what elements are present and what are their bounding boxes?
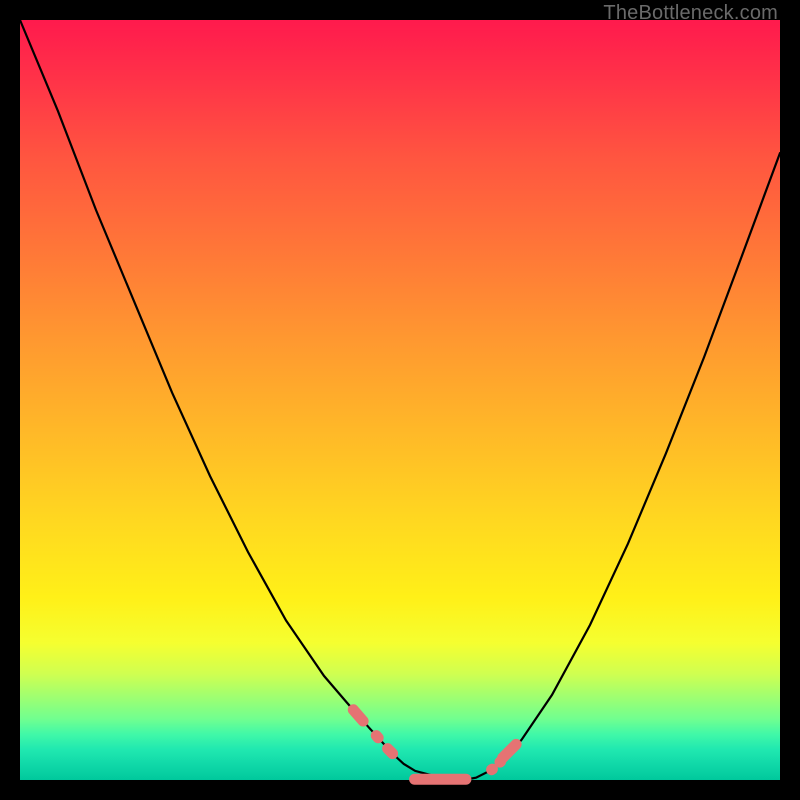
- right-curve-path: [463, 153, 780, 780]
- chart-frame: TheBottleneck.com: [0, 0, 800, 800]
- curve-group: [20, 20, 780, 780]
- left-marker: [346, 702, 371, 729]
- chart-svg: [20, 20, 780, 780]
- watermark-text: TheBottleneck.com: [603, 2, 778, 25]
- left-curve-path: [20, 20, 463, 780]
- right-marker: [495, 737, 524, 766]
- bottom-bar-marker: [409, 774, 471, 785]
- marker-group: [346, 702, 524, 785]
